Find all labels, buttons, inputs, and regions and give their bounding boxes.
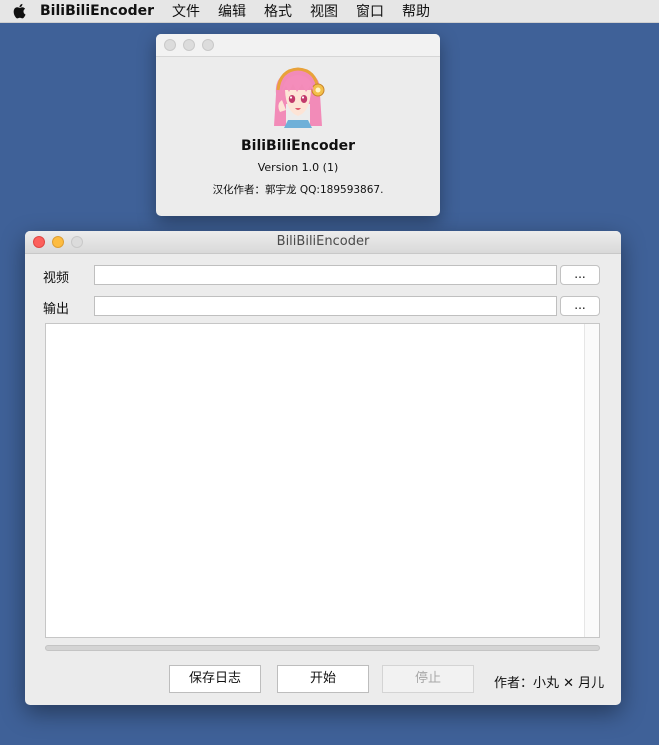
start-button[interactable]: 开始 <box>277 665 369 693</box>
video-label: 视频 <box>43 271 70 286</box>
window-title: BiliBiliEncoder <box>276 234 370 249</box>
about-window: BiliBiliEncoder Version 1.0 (1) 汉化作者：郭宇龙… <box>156 34 440 216</box>
progress-bar <box>45 645 600 651</box>
menu-window[interactable]: 窗口 <box>356 1 384 21</box>
minimize-button[interactable] <box>183 39 195 51</box>
menu-edit[interactable]: 编辑 <box>218 1 246 21</box>
about-credit: 汉化作者：郭宇龙 QQ:189593867. <box>212 184 384 196</box>
author-credit: 作者：小丸 ✕ 月儿 <box>494 676 605 691</box>
about-version: Version 1.0 (1) <box>257 161 339 174</box>
menu-bar: BiliBiliEncoder 文件 编辑 格式 视图 窗口 帮助 <box>0 0 659 23</box>
video-browse-button[interactable]: ... <box>560 265 600 285</box>
zoom-button[interactable] <box>202 39 214 51</box>
output-label: 输出 <box>43 302 70 317</box>
menu-help[interactable]: 帮助 <box>402 1 430 21</box>
close-button[interactable] <box>164 39 176 51</box>
output-browse-button[interactable]: ... <box>560 296 600 316</box>
menu-view[interactable]: 视图 <box>310 1 338 21</box>
menu-format[interactable]: 格式 <box>264 1 292 21</box>
output-path-field[interactable] <box>94 296 557 316</box>
stop-button[interactable]: 停止 <box>382 665 474 693</box>
menu-file[interactable]: 文件 <box>172 1 200 21</box>
app-avatar-icon <box>266 64 330 128</box>
about-titlebar[interactable] <box>156 34 440 57</box>
log-scrollbar[interactable] <box>584 324 599 637</box>
apple-menu-icon[interactable] <box>0 3 40 19</box>
about-app-title: BiliBiliEncoder <box>240 138 355 154</box>
save-log-button[interactable]: 保存日志 <box>169 665 261 693</box>
menu-app-name[interactable]: BiliBiliEncoder <box>40 3 154 19</box>
main-window: BiliBiliEncoder 视频 ... 输出 ... 保存日志 开始 停止… <box>25 231 621 705</box>
log-textarea[interactable] <box>45 323 600 638</box>
video-path-field[interactable] <box>94 265 557 285</box>
main-titlebar[interactable]: BiliBiliEncoder <box>25 231 621 254</box>
